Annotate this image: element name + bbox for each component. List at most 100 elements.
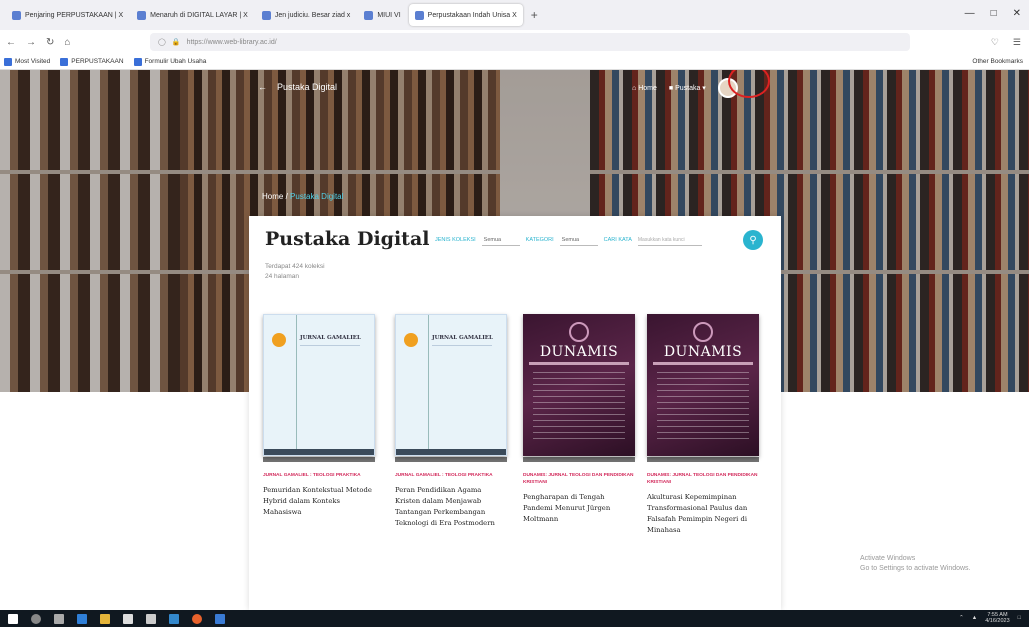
- card-category[interactable]: DUNAMIS: JURNAL TEOLOGI DAN PENDIDIKAN K…: [647, 472, 759, 486]
- start-icon[interactable]: [8, 613, 18, 624]
- bookmark-label: Most Visited: [15, 58, 51, 65]
- maximize-icon[interactable]: □: [991, 8, 997, 19]
- card-title[interactable]: Peran Pendidikan Agama Kristen dalam Men…: [395, 485, 507, 529]
- browser-tab[interactable]: MIUI VI: [358, 4, 406, 26]
- card-category[interactable]: JURNAL GAMALIEL : TEOLOGI PRAKTIKA: [263, 472, 375, 479]
- firefox-icon[interactable]: [192, 613, 202, 624]
- arrow-left-icon: ←: [258, 82, 267, 92]
- close-icon[interactable]: ✕: [1013, 8, 1021, 19]
- clock[interactable]: 7:55 AM 4/16/2023: [985, 612, 1009, 624]
- search-button[interactable]: ⚲: [743, 230, 763, 250]
- word-icon[interactable]: [215, 613, 225, 624]
- journal-cover: DUNAMIS: [647, 314, 759, 456]
- page-title: Pustaka Digital: [265, 228, 430, 250]
- windows-taskbar: ⌃ ▲ 7:55 AM 4/16/2023 □: [0, 610, 1029, 627]
- browser-nav-bar: ← → ↻ ⌂ ◯ 🔒 https://www.web-library.ac.i…: [0, 30, 1029, 54]
- bookmarks-bar: Most Visited PERPUSTAKAAN Formulir Ubah …: [0, 54, 1029, 70]
- browser-tab[interactable]: Penjaring PERPUSTAKAAN | X: [6, 4, 129, 26]
- url-text: https://www.web-library.ac.id/: [186, 38, 277, 46]
- task-view-icon[interactable]: [54, 613, 64, 624]
- journal-emblem-icon: [693, 322, 713, 342]
- site-favicon-icon: [364, 10, 374, 20]
- app-icon[interactable]: [169, 613, 179, 624]
- browser-tab[interactable]: Menaruh di DIGITAL LAYAR | X: [131, 4, 254, 26]
- folder-icon[interactable]: [100, 613, 110, 624]
- site-back-link[interactable]: ← Pustaka Digital: [258, 82, 337, 92]
- store-icon[interactable]: [123, 613, 133, 624]
- nav-right-tools: ♡ ☰: [991, 37, 1021, 48]
- nav-pustaka[interactable]: ■ Pustaka ▾: [669, 84, 706, 92]
- lock-icon: 🔒: [171, 39, 181, 46]
- breadcrumb-current: Pustaka Digital: [290, 192, 344, 201]
- new-tab-button[interactable]: +: [531, 8, 538, 22]
- edge-icon[interactable]: [77, 613, 87, 624]
- bookmark-item[interactable]: PERPUSTAKAAN: [60, 57, 124, 66]
- search-label: CARI KATA: [603, 237, 632, 243]
- home-icon[interactable]: ⌂: [64, 37, 70, 48]
- breadcrumb-home[interactable]: Home: [262, 192, 283, 201]
- site-favicon-icon: [414, 10, 424, 20]
- search-icon[interactable]: [31, 613, 41, 624]
- watermark-line2: Go to Settings to activate Windows.: [860, 565, 971, 572]
- cover-title: JURNAL GAMALIEL: [300, 335, 361, 341]
- chevron-up-icon[interactable]: ⌃: [959, 615, 964, 621]
- filter-category-select[interactable]: Semua: [559, 234, 598, 246]
- bookmark-icon: [133, 57, 142, 66]
- tab-label: Perpustakaan Indah Unisa X: [427, 11, 517, 19]
- minimize-icon[interactable]: —: [965, 8, 975, 19]
- other-bookmarks[interactable]: Other Bookmarks: [972, 58, 1023, 65]
- site-favicon-icon: [261, 10, 271, 20]
- cover-title: DUNAMIS: [663, 344, 743, 360]
- back-arrow-icon[interactable]: ←: [6, 37, 16, 48]
- tab-label: MIUI VI: [377, 11, 401, 19]
- site-favicon-icon: [137, 10, 147, 20]
- tab-label: Penjaring PERPUSTAKAAN | X: [25, 11, 124, 19]
- search-icon: ⚲: [749, 234, 757, 246]
- forward-arrow-icon[interactable]: →: [26, 37, 36, 48]
- page-count: 24 halaman: [265, 273, 299, 280]
- menu-icon[interactable]: ☰: [1013, 37, 1021, 48]
- nav-home[interactable]: ⌂ Home: [632, 85, 657, 92]
- journal-logo-icon: [404, 333, 418, 347]
- search-input[interactable]: Masukkan kata kunci: [637, 234, 702, 246]
- browser-tab[interactable]: Jen judiciu. Besar ziad x: [256, 4, 356, 26]
- page-content: ← Pustaka Digital ⌂ Home ■ Pustaka ▾ Hom…: [0, 70, 1029, 610]
- collection-card[interactable]: DUNAMIS DUNAMIS: JURNAL TEOLOGI DAN PEND…: [523, 314, 635, 525]
- collection-card[interactable]: JURNAL GAMALIEL JURNAL GAMALIEL : TEOLOG…: [263, 314, 375, 518]
- bookmark-icon: [60, 57, 69, 66]
- collection-card[interactable]: JURNAL GAMALIEL JURNAL GAMALIEL : TEOLOG…: [395, 314, 507, 529]
- shield-icon: ◯: [158, 39, 166, 46]
- journal-cover: DUNAMIS: [523, 314, 635, 456]
- reload-icon[interactable]: ↻: [46, 37, 54, 48]
- collection-card[interactable]: DUNAMIS DUNAMIS: JURNAL TEOLOGI DAN PEND…: [647, 314, 759, 536]
- bookmark-label: PERPUSTAKAAN: [71, 58, 124, 65]
- address-bar[interactable]: ◯ 🔒 https://www.web-library.ac.id/: [150, 33, 910, 51]
- journal-emblem-icon: [569, 322, 589, 342]
- card-category[interactable]: JURNAL GAMALIEL : TEOLOGI PRAKTIKA: [395, 472, 507, 479]
- browser-tab-active[interactable]: Perpustakaan Indah Unisa X: [408, 4, 523, 26]
- wifi-icon[interactable]: ▲: [972, 615, 977, 621]
- collection-count: Terdapat 424 koleksi: [265, 263, 325, 270]
- bookmark-icon: [4, 57, 12, 66]
- card-category[interactable]: DUNAMIS: JURNAL TEOLOGI DAN PENDIDIKAN K…: [523, 472, 635, 486]
- card-title[interactable]: Akulturasi Kepemimpinan Transformasional…: [647, 492, 759, 536]
- cover-title: JURNAL GAMALIEL: [432, 335, 493, 341]
- card-title[interactable]: Pemuridan Kontekstual Metode Hybrid dala…: [263, 485, 375, 518]
- notification-icon[interactable]: □: [1018, 615, 1021, 621]
- bookmark-item[interactable]: Most Visited: [4, 57, 51, 66]
- journal-cover: JURNAL GAMALIEL: [395, 314, 507, 456]
- filter-category-label: KATEGORI: [525, 237, 554, 243]
- bookmark-item[interactable]: Formulir Ubah Usaha: [133, 57, 206, 66]
- pocket-icon[interactable]: ♡: [991, 37, 999, 48]
- breadcrumb: Home / Pustaka Digital: [262, 192, 344, 201]
- filter-type-select[interactable]: Semua: [481, 234, 520, 246]
- card-title[interactable]: Pengharapan di Tengah Pandemi Menurut Jü…: [523, 492, 635, 525]
- browser-tab-bar: Penjaring PERPUSTAKAAN | X Menaruh di DI…: [0, 0, 1029, 30]
- mail-icon[interactable]: [146, 613, 156, 624]
- site-back-label: Pustaka Digital: [277, 82, 338, 92]
- collection-summary: Terdapat 424 koleksi 24 halaman: [265, 262, 325, 282]
- site-nav: ⌂ Home ■ Pustaka ▾: [632, 78, 738, 98]
- filter-bar: JENIS KOLEKSI Semua KATEGORI Semua CARI …: [435, 234, 702, 246]
- journal-logo-icon: [272, 333, 286, 347]
- cover-title: DUNAMIS: [539, 344, 619, 360]
